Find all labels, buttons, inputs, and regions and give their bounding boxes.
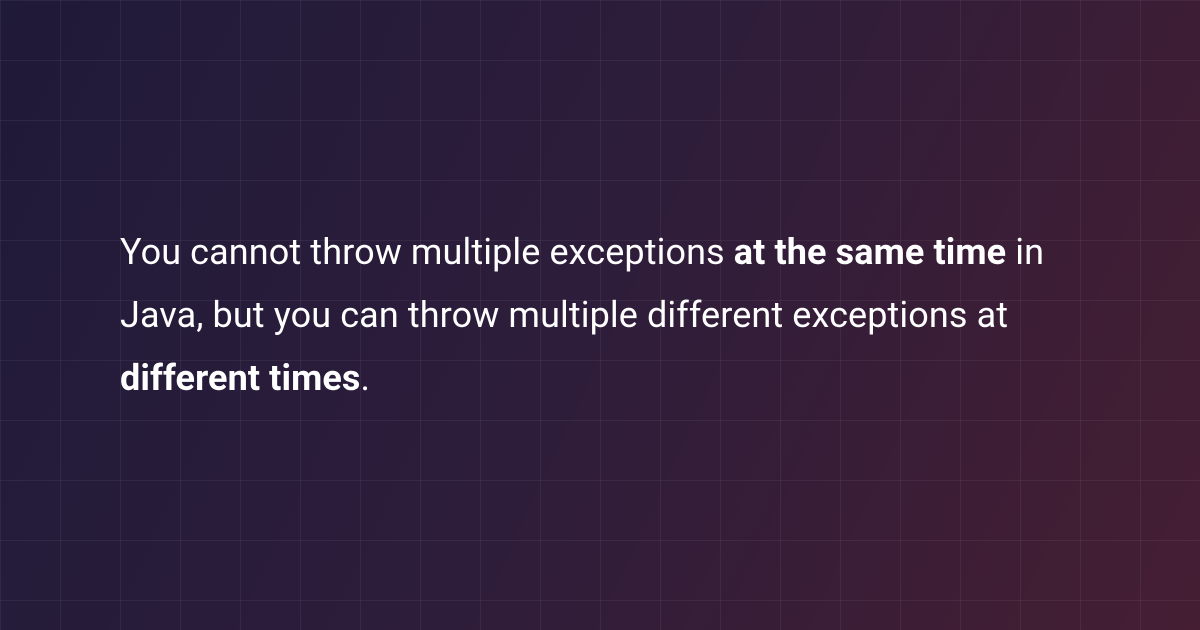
quote-bold-segment: different times (120, 357, 361, 399)
content-container: You cannot throw multiple exceptions at … (0, 0, 1200, 630)
quote-bold-segment: at the same time (734, 231, 1006, 273)
quote-text: You cannot throw multiple exceptions at … (120, 221, 1080, 410)
